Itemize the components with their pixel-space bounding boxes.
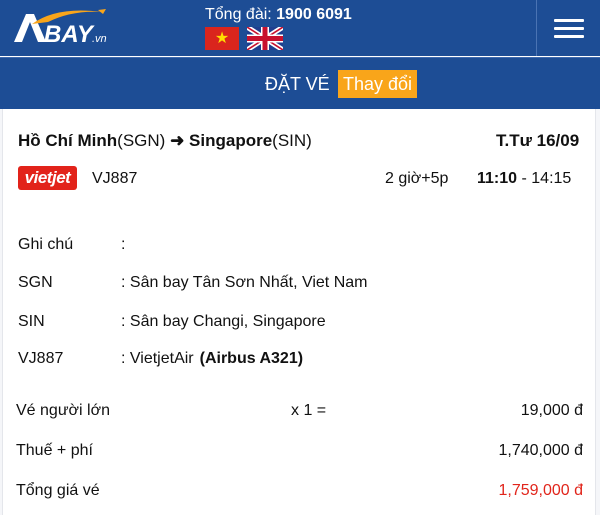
hotline-number[interactable]: 1900 6091 — [276, 6, 352, 23]
origin-code: (SGN) — [117, 131, 166, 150]
vietnam-flag-icon[interactable]: ★ — [205, 27, 239, 50]
flight-number: VJ887 — [92, 170, 138, 187]
adult-fare-amount: 19,000 đ — [520, 402, 583, 419]
booking-bar: ĐẶT VÉ Thay đổi — [0, 57, 600, 109]
logo-suffix: .vn — [92, 33, 107, 45]
aircraft-type: (Airbus A321) — [199, 350, 304, 367]
tax-fee-label: Thuế + phí — [16, 442, 93, 459]
time-separator: - — [517, 170, 532, 187]
aircraft-info: : VietjetAir (Airbus A321) — [121, 350, 303, 368]
flight-duration: 2 giờ+5p — [385, 170, 449, 187]
menu-bar — [553, 34, 584, 38]
airline-name: : VietjetAir — [121, 350, 194, 367]
flight-code-label: VJ887 — [18, 350, 64, 367]
menu-bar — [553, 18, 584, 22]
note-value: : — [121, 236, 126, 253]
flight-times: 11:10 - 14:15 — [477, 170, 571, 188]
top-header: BAY .vn Tổng đài: 1900 6091 ★ — [0, 0, 600, 56]
dest-code: (SIN) — [272, 131, 312, 150]
vietjet-logo: vietjet — [18, 166, 77, 190]
arrow-right-icon: ➜ — [170, 131, 185, 150]
hamburger-menu-icon[interactable] — [536, 0, 600, 56]
note-label: Ghi chú — [18, 236, 74, 253]
uk-flag-icon[interactable] — [247, 27, 283, 50]
menu-bar — [553, 26, 584, 30]
hotline-label: Tổng đài: — [205, 6, 277, 23]
tax-fee-amount: 1,740,000 đ — [498, 442, 583, 459]
main-content: Hồ Chí Minh(SGN) ➜ Singapore(SIN) T.Tư 1… — [0, 109, 600, 515]
booking-summary-card: Hồ Chí Minh(SGN) ➜ Singapore(SIN) T.Tư 1… — [2, 109, 596, 515]
hotline: Tổng đài: 1900 6091 — [205, 6, 352, 24]
arrive-time: 14:15 — [531, 170, 572, 187]
origin-city: Hồ Chí Minh — [18, 131, 118, 150]
flight-route: Hồ Chí Minh(SGN) ➜ Singapore(SIN) — [18, 131, 312, 151]
sin-label: SIN — [18, 313, 45, 330]
flight-date: T.Tư 16/09 — [496, 131, 580, 150]
sgn-label: SGN — [18, 274, 53, 291]
sgn-airport: : Sân bay Tân Sơn Nhất, Viet Nam — [121, 274, 368, 291]
booking-title: ĐẶT VÉ — [265, 74, 330, 94]
dest-city: Singapore — [189, 131, 273, 150]
change-button[interactable]: Thay đổi — [338, 70, 418, 98]
abay-logo[interactable]: BAY .vn — [12, 8, 112, 48]
adult-fare-label: Vé người lớn — [16, 402, 110, 419]
adult-quantity: x 1 = — [291, 402, 327, 419]
total-price-label: Tổng giá vé — [16, 482, 100, 499]
logo-text: BAY — [44, 21, 95, 48]
total-price-amount: 1,759,000 đ — [498, 482, 583, 499]
sin-airport: : Sân bay Changi, Singapore — [121, 313, 326, 330]
depart-time: 11:10 — [477, 170, 518, 187]
